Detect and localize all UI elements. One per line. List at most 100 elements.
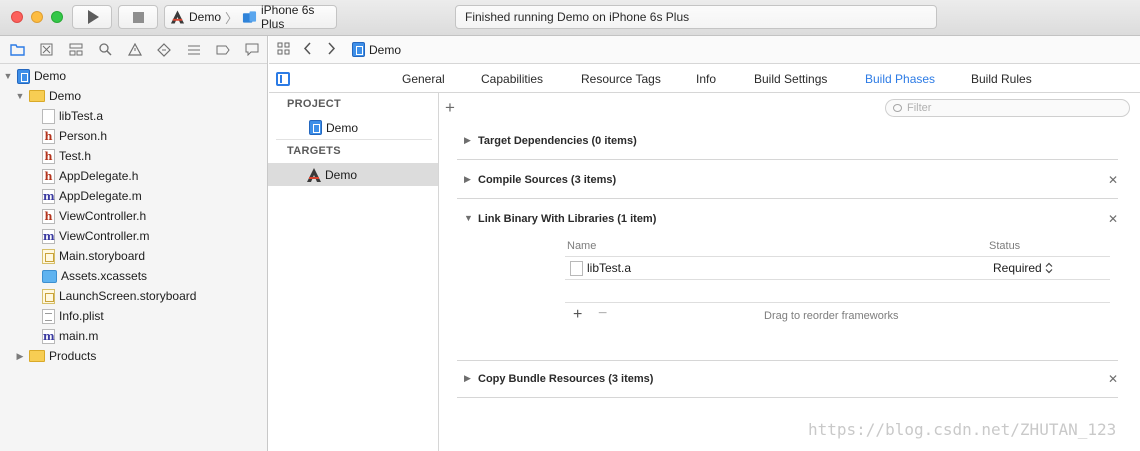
- chevron-right-icon: 〉: [225, 10, 239, 26]
- header-file-icon: h: [42, 148, 55, 164]
- run-button[interactable]: [72, 5, 112, 29]
- device-name: iPhone 6s Plus: [261, 3, 315, 31]
- library-file-icon: [570, 260, 583, 276]
- delete-phase-icon[interactable]: ✕: [1108, 212, 1118, 226]
- tree-row-file[interactable]: Assets.xcassets: [0, 266, 267, 286]
- delete-phase-icon[interactable]: ✕: [1108, 173, 1118, 187]
- disclosure-expanded-icon[interactable]: ▼: [464, 213, 473, 223]
- targets-section-header: TARGETS: [287, 145, 341, 157]
- disclosure-expanded-icon[interactable]: ▼: [2, 71, 14, 81]
- phase-copy-bundle-resources[interactable]: ▶ Copy Bundle Resources (3 items) ✕: [457, 361, 1118, 398]
- tab-general[interactable]: General: [402, 72, 445, 86]
- tree-row-label: AppDelegate.m: [59, 189, 142, 203]
- tree-row-label: AppDelegate.h: [59, 169, 139, 183]
- tab-resource-tags[interactable]: Resource Tags: [581, 72, 661, 86]
- remove-library-button[interactable]: −: [598, 305, 607, 323]
- table-row-empty: [565, 280, 1110, 303]
- navigator-selector-bar: [0, 36, 267, 64]
- tree-row-group-demo[interactable]: ▼ Demo: [0, 86, 267, 106]
- play-icon: [88, 10, 99, 24]
- tab-capabilities[interactable]: Capabilities: [481, 72, 543, 86]
- filter-field[interactable]: Filter: [885, 99, 1130, 117]
- tree-row-project[interactable]: ▼ Demo: [0, 66, 267, 86]
- project-section-header: PROJECT: [287, 98, 342, 110]
- source-file-icon: m: [42, 328, 55, 344]
- tree-row-file[interactable]: m ViewController.m: [0, 226, 267, 246]
- watermark: https://blog.csdn.net/ZHUTAN_123: [808, 420, 1117, 439]
- phase-target-dependencies[interactable]: ▶ Target Dependencies (0 items): [457, 123, 1118, 160]
- tree-row-label: LaunchScreen.storyboard: [59, 289, 197, 303]
- related-items-icon[interactable]: [271, 42, 295, 58]
- column-header-status[interactable]: Status: [989, 240, 1020, 252]
- project-navigator: ▼ Demo ▼ Demo libTest.a h Person.h h Tes…: [0, 36, 268, 451]
- phase-compile-sources[interactable]: ▶ Compile Sources (3 items) ✕: [457, 162, 1118, 199]
- stop-icon: [132, 11, 144, 23]
- tree-row-label: Demo: [49, 89, 82, 103]
- tab-build-phases[interactable]: Build Phases: [865, 72, 935, 86]
- close-window-button[interactable]: [11, 11, 23, 23]
- tree-row-file[interactable]: h Test.h: [0, 146, 267, 166]
- disclosure-collapsed-icon[interactable]: ▶: [464, 174, 471, 185]
- project-item-demo[interactable]: Demo: [268, 116, 438, 139]
- source-control-navigator-icon[interactable]: [32, 40, 61, 60]
- disclosure-collapsed-icon[interactable]: ▶: [464, 373, 471, 384]
- table-row[interactable]: libTest.a Required: [565, 256, 1110, 280]
- tree-row-file[interactable]: m main.m: [0, 326, 267, 346]
- jump-bar-project-label: Demo: [369, 42, 402, 57]
- status-popup[interactable]: Required: [993, 261, 1053, 275]
- debug-navigator-icon[interactable]: [179, 40, 208, 60]
- tree-row-file[interactable]: h AppDelegate.h: [0, 166, 267, 186]
- build-phases-pane: + Filter ▶ Target Dependencies (0 items)…: [440, 93, 1140, 451]
- symbol-navigator-icon[interactable]: [62, 40, 91, 60]
- tab-build-rules[interactable]: Build Rules: [971, 72, 1032, 86]
- forward-arrow-icon[interactable]: [319, 41, 343, 58]
- project-item-label: Demo: [326, 120, 359, 135]
- disclosure-expanded-icon[interactable]: ▼: [14, 91, 26, 101]
- storyboard-icon: [42, 288, 55, 304]
- show-targets-list-icon[interactable]: [276, 72, 290, 86]
- library-name: libTest.a: [587, 261, 632, 275]
- disclosure-collapsed-icon[interactable]: ▶: [14, 351, 26, 362]
- tab-info[interactable]: Info: [696, 72, 716, 86]
- drag-hint: Drag to reorder frameworks: [764, 310, 899, 322]
- tree-row-label: ViewController.h: [59, 209, 147, 223]
- storyboard-icon: [42, 248, 55, 264]
- tree-row-file[interactable]: LaunchScreen.storyboard: [0, 286, 267, 306]
- issue-navigator-icon[interactable]: [120, 40, 149, 60]
- tree-row-file[interactable]: h Person.h: [0, 126, 267, 146]
- header-file-icon: h: [42, 128, 55, 144]
- tree-row-group-products[interactable]: ▶ Products: [0, 346, 267, 366]
- column-header-name[interactable]: Name: [567, 240, 596, 252]
- find-navigator-icon[interactable]: [91, 40, 120, 60]
- jump-bar-project[interactable]: Demo: [349, 42, 401, 57]
- tab-build-settings[interactable]: Build Settings: [754, 72, 827, 86]
- target-item-demo[interactable]: Demo: [268, 163, 438, 186]
- add-build-phase-button[interactable]: +: [445, 99, 455, 116]
- tree-row-file[interactable]: Main.storyboard: [0, 246, 267, 266]
- tree-row-file[interactable]: h ViewController.h: [0, 206, 267, 226]
- status-value: Required: [993, 261, 1042, 275]
- zoom-window-button[interactable]: [51, 11, 63, 23]
- assets-icon: [42, 269, 57, 283]
- scheme-selector[interactable]: Demo 〉 iPhone 6s Plus: [164, 3, 337, 31]
- stop-button[interactable]: [118, 5, 158, 29]
- delete-phase-icon[interactable]: ✕: [1108, 372, 1118, 386]
- minimize-window-button[interactable]: [31, 11, 43, 23]
- simulator-icon: [242, 11, 257, 23]
- header-file-icon: h: [42, 168, 55, 184]
- tree-row-file[interactable]: Info.plist: [0, 306, 267, 326]
- test-navigator-icon[interactable]: [150, 40, 179, 60]
- phase-title: Compile Sources (3 items): [478, 174, 617, 186]
- header-file-icon: h: [42, 208, 55, 224]
- tree-row-file[interactable]: m AppDelegate.m: [0, 186, 267, 206]
- tree-row-file[interactable]: libTest.a: [0, 106, 267, 126]
- phase-title: Target Dependencies (0 items): [478, 135, 637, 147]
- source-file-icon: m: [42, 188, 55, 204]
- disclosure-collapsed-icon[interactable]: ▶: [464, 135, 471, 146]
- back-arrow-icon[interactable]: [295, 41, 319, 58]
- phase-title: Link Binary With Libraries (1 item): [478, 213, 657, 225]
- breakpoint-navigator-icon[interactable]: [208, 40, 237, 60]
- add-library-button[interactable]: +: [573, 306, 582, 324]
- report-navigator-icon[interactable]: [238, 40, 267, 60]
- folder-navigator-icon[interactable]: [3, 40, 32, 60]
